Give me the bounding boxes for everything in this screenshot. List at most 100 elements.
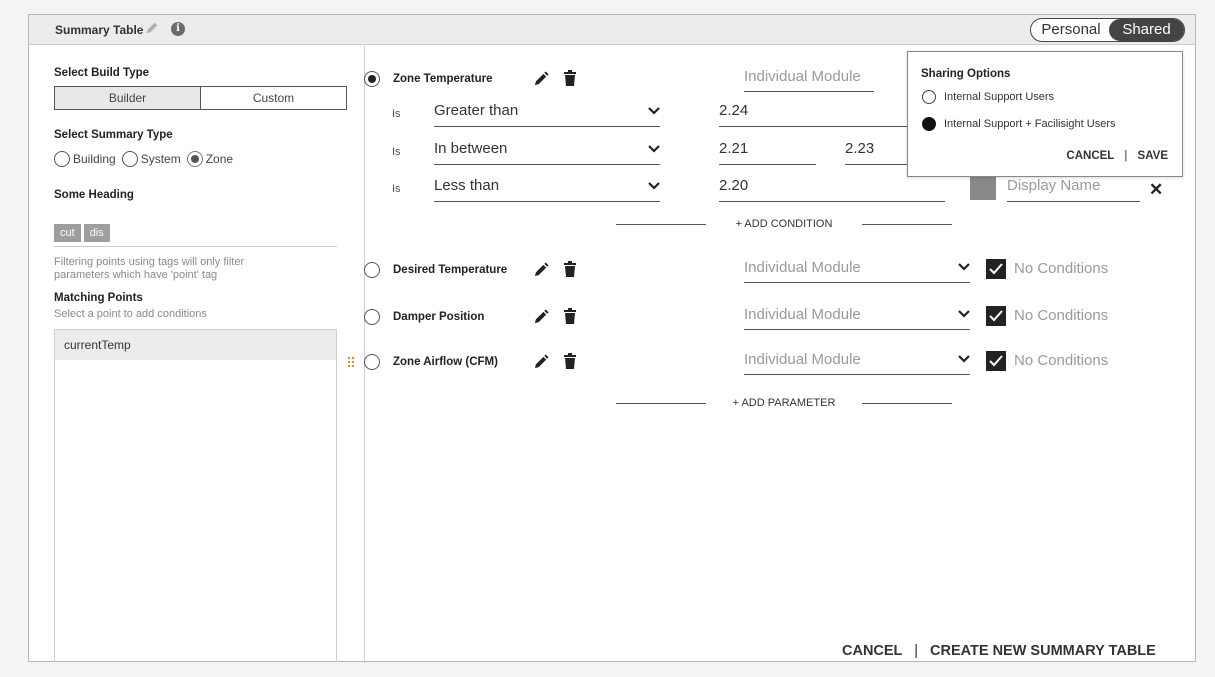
operator-select[interactable]: Less than [434,177,660,202]
checkbox-checked-icon[interactable] [986,259,1006,279]
divider-line [862,224,952,225]
build-type-label: Select Build Type [54,67,150,79]
add-condition-button[interactable]: + ADD CONDITION [616,218,952,232]
page-title: Summary Table [55,23,144,37]
radio-building[interactable] [54,151,70,167]
sharing-radio[interactable] [922,117,936,131]
filter-note: Filtering points using tags will only fi… [54,256,245,281]
toggle-shared[interactable]: Shared [1109,19,1184,41]
summary-type-radios: Building System Zone [54,151,239,167]
sharing-option[interactable]: Internal Support Users [922,90,1054,104]
add-parameter-button[interactable]: + ADD PARAMETER [616,397,952,411]
tag-list: cut dis [54,224,110,242]
sharing-option-label: Internal Support Users [944,91,1055,103]
visibility-toggle[interactable]: Personal Shared [1030,18,1185,42]
condition-is-label: Is [392,108,401,120]
build-type-selector: Builder Custom [54,86,347,110]
parameter-row: Desired Temperature Individual Module No… [364,259,1164,283]
parameter-radio[interactable] [364,262,380,278]
module-select[interactable]: Individual Module [744,351,970,375]
radio-system[interactable] [121,151,138,167]
parameter-row: Zone Airflow (CFM) Individual Module No … [347,351,1164,375]
sharing-actions: CANCEL | SAVE [1066,150,1168,162]
sharing-cancel-button[interactable]: CANCEL [1066,150,1114,162]
trash-icon[interactable] [564,308,576,324]
condition-value-field[interactable]: 2.20 [719,177,945,202]
footer-actions: CANCEL | CREATE NEW SUMMARY TABLE [842,643,1156,659]
checkbox-checked-icon[interactable] [986,306,1006,326]
chevron-down-icon [648,145,660,153]
parameter-radio[interactable] [364,71,380,87]
no-conditions-label: No Conditions [1014,307,1109,324]
condition-value-field[interactable]: 2.21 [719,140,816,165]
condition-row: Is Less than 2.20 Display Name ✕ [364,174,1184,202]
operator-value: Less than [434,177,500,194]
parameter-name: Zone Airflow (CFM) [393,356,498,368]
display-name-input[interactable]: Display Name [1007,177,1140,202]
checkbox-checked-icon[interactable] [986,351,1006,371]
parameter-row: Damper Position Individual Module No Con… [364,306,1164,330]
edit-icon[interactable] [534,71,549,86]
build-type-builder[interactable]: Builder [55,87,201,109]
matching-points-label: Matching Points [54,292,143,304]
radio-building-label: Building [73,152,116,166]
tag-input-underline[interactable] [54,246,337,247]
divider-line [862,403,952,404]
toggle-personal[interactable]: Personal [1033,19,1109,41]
add-parameter-label: + ADD PARAMETER [732,397,836,409]
module-select[interactable]: Individual Module [744,306,970,330]
condition-value-field[interactable]: 2.24 [719,102,909,127]
edit-title-icon[interactable] [145,21,159,35]
trash-icon[interactable] [564,353,576,369]
trash-icon[interactable] [564,70,576,86]
edit-icon[interactable] [534,354,549,369]
some-heading-label: Some Heading [54,189,134,201]
no-conditions-label: No Conditions [1014,352,1109,369]
trash-icon[interactable] [564,261,576,277]
sharing-option[interactable]: Internal Support + Facilisight Users [922,117,1116,131]
sharing-options-title: Sharing Options [921,68,1011,80]
parameter-radio[interactable] [364,309,380,325]
edit-icon[interactable] [534,262,549,277]
operator-value: Greater than [434,102,519,119]
tag-chip[interactable]: cut [54,224,81,242]
sharing-options-popover: Sharing Options Internal Support Users I… [907,51,1183,177]
cancel-button[interactable]: CANCEL [842,643,902,659]
module-select-value: Individual Module [744,68,861,85]
radio-system-label: System [140,152,181,166]
separator: | [914,643,918,659]
panel-header: Summary Table i Personal Shared [29,15,1195,45]
no-conditions-label: No Conditions [1014,260,1109,277]
summary-type-label: Select Summary Type [54,129,173,141]
condition-is-label: Is [392,183,401,195]
build-type-custom[interactable]: Custom [201,87,346,109]
parameter-name: Desired Temperature [393,264,508,276]
list-item[interactable]: currentTemp [55,330,336,360]
sharing-option-label: Internal Support + Facilisight Users [944,118,1116,130]
tag-chip[interactable]: dis [83,224,110,242]
parameter-radio[interactable] [364,354,380,370]
close-icon[interactable]: ✕ [1149,180,1163,200]
info-icon[interactable]: i [171,22,185,36]
divider-line [616,224,706,225]
module-select-value: Individual Module [744,351,861,368]
operator-select[interactable]: Greater than [434,102,660,127]
left-panel: Select Build Type Builder Custom Select … [29,46,364,662]
module-select[interactable]: Individual Module [744,259,970,283]
create-summary-table-button[interactable]: CREATE NEW SUMMARY TABLE [930,643,1156,659]
operator-select[interactable]: In between [434,140,660,165]
sharing-save-button[interactable]: SAVE [1138,150,1168,162]
condition-value2-field[interactable]: 2.23 [845,140,907,165]
radio-zone[interactable] [186,151,203,167]
sharing-radio[interactable] [922,90,936,104]
radio-zone-label: Zone [205,152,234,166]
edit-icon[interactable] [534,309,549,324]
chevron-down-icon [648,107,660,115]
module-select-value: Individual Module [744,306,861,323]
drag-handle-icon[interactable] [347,356,355,368]
color-swatch[interactable] [970,174,996,200]
separator: | [1124,150,1128,162]
module-select[interactable]: Individual Module [744,68,874,92]
chevron-down-icon [958,355,970,363]
matching-points-hint: Select a point to add conditions [54,308,207,320]
